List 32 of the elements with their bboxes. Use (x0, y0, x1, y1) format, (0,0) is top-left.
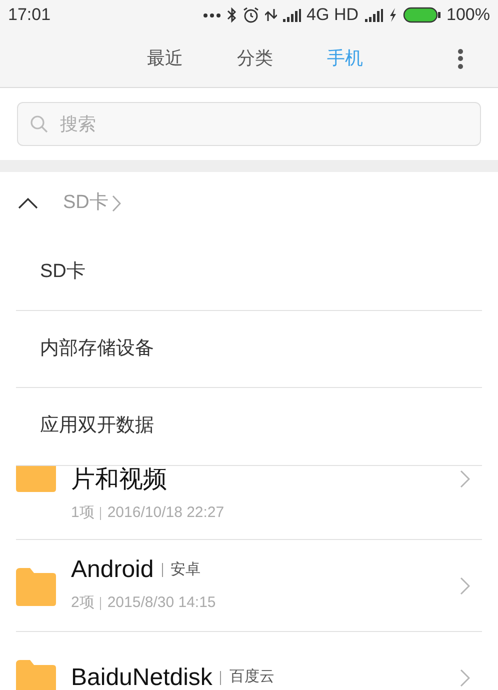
battery-icon (402, 7, 441, 23)
battery-percent: 100% (446, 4, 490, 26)
chevron-right-icon (112, 194, 122, 212)
tab[interactable]: 最近 (145, 45, 185, 72)
storage-option[interactable]: 应用双开数据 (40, 412, 154, 441)
chevron-right-icon (460, 668, 470, 686)
more-notifications-icon (202, 12, 221, 18)
charging-icon (388, 8, 397, 22)
modified-date: 2016/10/18 22:27 (107, 503, 224, 523)
collapse-icon[interactable] (18, 197, 38, 209)
network-label: 4G HD (306, 4, 359, 26)
signal-icon (282, 8, 301, 22)
alarm-icon (242, 7, 259, 23)
folder-alias: 安卓 (170, 560, 201, 580)
status-time: 17:01 (8, 4, 51, 26)
search-field[interactable]: 搜索 (17, 102, 481, 146)
tab[interactable]: 分类 (235, 45, 275, 72)
item-count: 2项 (71, 593, 94, 614)
item-count: 1项 (71, 503, 94, 523)
bluetooth-icon (226, 7, 237, 23)
storage-option[interactable]: 内部存储设备 (40, 334, 154, 364)
signal-icon (364, 8, 383, 22)
data-transfer-icon (264, 8, 277, 22)
storage-option[interactable]: SD卡 (40, 258, 86, 286)
folder-alias: 百度云 (229, 667, 274, 688)
chevron-right-icon (460, 576, 470, 594)
folder-name[interactable]: BaiduNetdisk (71, 664, 212, 690)
chevron-right-icon (460, 470, 470, 488)
folder-name[interactable]: 片和视频 (71, 466, 167, 494)
modified-date: 2015/8/30 14:15 (107, 593, 216, 614)
folder-name[interactable]: Android (71, 556, 154, 584)
search-icon (30, 115, 48, 133)
